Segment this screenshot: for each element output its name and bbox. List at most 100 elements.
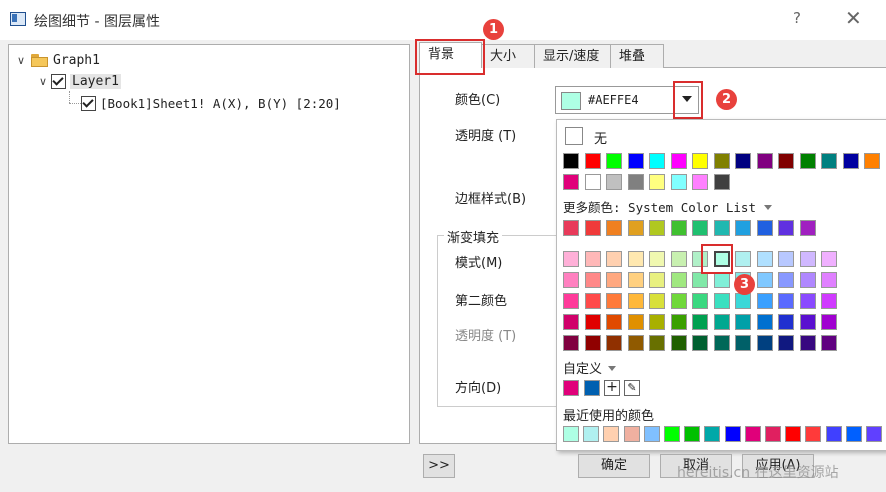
- add-color-icon[interactable]: +: [604, 380, 620, 396]
- color-swatch[interactable]: [756, 251, 773, 267]
- recent-color-swatch[interactable]: [603, 426, 620, 442]
- color-swatch[interactable]: [584, 335, 601, 351]
- recent-color-swatch[interactable]: [825, 426, 842, 442]
- color-swatch[interactable]: [649, 174, 665, 190]
- color-swatch[interactable]: [649, 314, 665, 330]
- color-swatch[interactable]: [584, 174, 601, 190]
- color-swatch[interactable]: [713, 220, 730, 236]
- color-swatch[interactable]: [713, 293, 730, 309]
- color-swatch[interactable]: [778, 293, 794, 309]
- color-swatch[interactable]: [692, 174, 708, 190]
- color-swatch[interactable]: [606, 174, 622, 190]
- color-swatch[interactable]: [799, 251, 816, 267]
- help-button[interactable]: ?: [793, 9, 801, 27]
- color-swatch[interactable]: [778, 335, 794, 351]
- color-swatch[interactable]: [627, 153, 644, 169]
- ok-button[interactable]: 确定: [578, 454, 650, 478]
- color-swatch[interactable]: [670, 293, 687, 309]
- color-swatch[interactable]: [584, 314, 601, 330]
- color-swatch[interactable]: [842, 153, 859, 169]
- recent-color-swatch[interactable]: [785, 426, 802, 442]
- chevron-down-icon[interactable]: ∨: [39, 75, 51, 88]
- recent-color-swatch[interactable]: [866, 426, 882, 442]
- custom-color-swatch[interactable]: [563, 380, 579, 396]
- recent-color-swatch[interactable]: [744, 426, 761, 442]
- color-swatch[interactable]: [756, 314, 773, 330]
- color-swatch[interactable]: [756, 153, 773, 169]
- color-swatch[interactable]: [670, 314, 687, 330]
- caret-down-icon[interactable]: [608, 366, 616, 371]
- color-swatch[interactable]: [735, 314, 751, 330]
- chevron-down-icon[interactable]: ∨: [17, 54, 29, 67]
- color-swatch[interactable]: [670, 272, 687, 288]
- expand-button[interactable]: >>: [423, 454, 455, 478]
- color-swatch[interactable]: [606, 220, 622, 236]
- plot-checkbox[interactable]: [81, 95, 96, 111]
- color-swatch[interactable]: [799, 153, 816, 169]
- color-swatch[interactable]: [606, 153, 622, 169]
- color-swatch[interactable]: [778, 314, 794, 330]
- color-swatch[interactable]: [756, 335, 773, 351]
- recent-color-swatch[interactable]: [765, 426, 781, 442]
- color-swatch[interactable]: [799, 335, 816, 351]
- color-swatch[interactable]: [563, 153, 579, 169]
- tab-display-speed[interactable]: 显示/速度: [534, 44, 611, 68]
- custom-color-swatch[interactable]: [584, 380, 600, 396]
- recent-color-swatch[interactable]: [845, 426, 862, 442]
- color-swatch[interactable]: [692, 220, 708, 236]
- recent-color-swatch[interactable]: [583, 426, 600, 442]
- color-swatch[interactable]: [821, 153, 837, 169]
- color-swatch[interactable]: [864, 153, 880, 169]
- color-swatch[interactable]: [735, 293, 751, 309]
- color-swatch[interactable]: [778, 272, 794, 288]
- color-swatch[interactable]: [627, 293, 644, 309]
- color-swatch[interactable]: [649, 153, 665, 169]
- color-swatch[interactable]: [692, 335, 708, 351]
- color-swatch[interactable]: [670, 251, 687, 267]
- color-picker-popup[interactable]: 无 更多颜色: System Color List 自定义 + ✎ 最近使用的颜…: [556, 119, 886, 451]
- color-swatch[interactable]: [735, 220, 751, 236]
- color-swatch[interactable]: [606, 251, 622, 267]
- none-label[interactable]: 无: [594, 128, 607, 147]
- color-swatch[interactable]: [606, 335, 622, 351]
- color-swatch[interactable]: [670, 174, 687, 190]
- color-swatch[interactable]: [627, 174, 644, 190]
- color-swatch[interactable]: [627, 335, 644, 351]
- color-swatch[interactable]: [563, 251, 579, 267]
- color-swatch[interactable]: [778, 251, 794, 267]
- color-swatch[interactable]: [821, 251, 837, 267]
- none-swatch[interactable]: [565, 127, 583, 145]
- layer-checkbox[interactable]: [51, 73, 66, 89]
- recent-color-swatch[interactable]: [643, 426, 660, 442]
- tree-item-plot[interactable]: [Book1]Sheet1! A(X), B(Y) [2:20]: [81, 93, 341, 113]
- color-swatch[interactable]: [670, 335, 687, 351]
- color-swatch[interactable]: [821, 314, 837, 330]
- color-swatch[interactable]: [584, 272, 601, 288]
- tree-item-graph[interactable]: ∨ Graph1: [17, 50, 100, 70]
- color-swatch[interactable]: [799, 272, 816, 288]
- recent-color-swatch[interactable]: [623, 426, 640, 442]
- color-swatch[interactable]: [584, 153, 601, 169]
- color-swatch[interactable]: [627, 314, 644, 330]
- close-button[interactable]: ✕: [845, 6, 862, 30]
- color-swatch[interactable]: [735, 251, 751, 267]
- recent-color-swatch[interactable]: [563, 426, 579, 442]
- color-swatch[interactable]: [606, 293, 622, 309]
- color-swatch[interactable]: [692, 272, 708, 288]
- color-swatch[interactable]: [799, 293, 816, 309]
- color-swatch[interactable]: [584, 251, 601, 267]
- color-swatch[interactable]: [735, 153, 751, 169]
- color-swatch[interactable]: [649, 293, 665, 309]
- color-swatch[interactable]: [692, 314, 708, 330]
- color-swatch[interactable]: [778, 220, 794, 236]
- color-swatch[interactable]: [713, 174, 730, 190]
- tab-stack[interactable]: 堆叠: [610, 44, 664, 68]
- color-swatch[interactable]: [606, 314, 622, 330]
- color-swatch[interactable]: [799, 220, 816, 236]
- color-swatch[interactable]: [735, 335, 751, 351]
- recent-color-swatch[interactable]: [724, 426, 741, 442]
- color-swatch[interactable]: [627, 251, 644, 267]
- color-swatch[interactable]: [563, 220, 579, 236]
- color-swatch[interactable]: [821, 335, 837, 351]
- color-swatch[interactable]: [649, 220, 665, 236]
